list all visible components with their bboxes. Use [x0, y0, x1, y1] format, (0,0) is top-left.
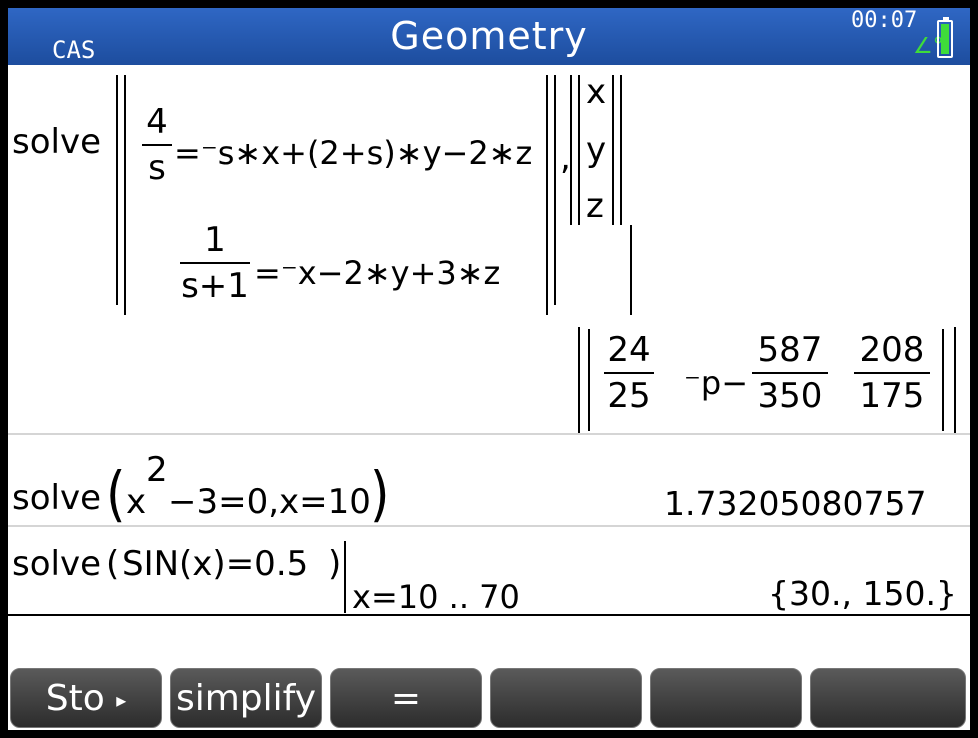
eq1-rhs: =⁻s∗x+(2+s)∗y−2∗z	[174, 134, 533, 172]
paren-close: )	[370, 459, 390, 529]
output-brace-left	[578, 327, 580, 433]
output-fraction-c: 208 175	[854, 333, 930, 413]
base-var: x	[126, 482, 147, 522]
matrix-bracket-left	[116, 75, 118, 305]
eq2-numerator: 1	[204, 220, 226, 260]
eq1-denominator: s	[148, 148, 166, 188]
where-bar	[344, 541, 346, 613]
softkey-4[interactable]	[490, 668, 642, 728]
output-fraction-a: 24 25	[604, 333, 654, 413]
eq2-rhs: =⁻x−2∗y+3∗z	[254, 254, 501, 292]
output-b-num: 587	[757, 330, 823, 370]
vector-bracket-left-inner	[578, 75, 580, 225]
matrix-bracket-right	[546, 75, 548, 315]
history-entry-quadratic[interactable]: solve ( x 2 −3=0,x=10 ) 1.73205080757	[8, 435, 970, 525]
command-name: solve	[12, 478, 102, 518]
eq2-fraction: 1 s+1	[180, 223, 250, 303]
command-name: solve	[12, 122, 102, 162]
paren-open: (	[106, 544, 120, 584]
history-entry-system[interactable]: solve 4 s =⁻s∗x+(2+s)∗y−2∗z 1 s+1 =⁻x−2∗…	[8, 65, 970, 433]
paren-close-line	[630, 225, 632, 315]
matrix-bracket-right-outer	[554, 75, 556, 305]
output-value: 1.73205080757	[664, 484, 927, 523]
var-z: z	[586, 186, 604, 226]
paren-close: )	[328, 544, 342, 584]
fraction-bar	[604, 372, 654, 374]
condition: x=10 .. 70	[352, 578, 520, 616]
expression: SIN(x)=0.5	[122, 544, 309, 584]
history-entry-sin[interactable]: solve ( SIN(x)=0.5 ) x=10 .. 70 {30., 15…	[8, 527, 970, 613]
output-brace-right	[954, 327, 956, 433]
output-c-num: 208	[859, 330, 925, 370]
output-a-den: 25	[607, 376, 651, 416]
battery-level	[941, 24, 949, 54]
battery-nub	[943, 17, 949, 21]
arrow-right-icon: ▸	[116, 688, 127, 712]
eq2-denominator: s+1	[181, 266, 249, 306]
command-input[interactable]	[8, 616, 970, 666]
output-fraction-b: 587 350	[752, 333, 828, 413]
exponent: 2	[146, 450, 168, 490]
fraction-bar	[180, 262, 250, 264]
output-bracket-left	[588, 329, 590, 431]
battery-icon	[937, 17, 953, 58]
fraction-bar	[142, 144, 172, 146]
softkey-bar: Sto ▸ simplify =	[8, 668, 970, 730]
output-value: {30., 150.}	[768, 574, 957, 613]
output-c-den: 175	[859, 376, 925, 416]
title-bar: CAS Geometry 00:07 ∠°	[8, 8, 970, 65]
eq1-fraction: 4 s	[142, 105, 172, 185]
output-bracket-right	[942, 329, 944, 431]
output-b-den: 350	[757, 376, 823, 416]
var-y: y	[586, 130, 607, 170]
output-a-num: 24	[607, 330, 651, 370]
matrix-bracket-left-inner	[124, 75, 126, 315]
simplify-button[interactable]: simplify	[170, 668, 322, 728]
clock: 00:07	[851, 8, 918, 33]
command-name: solve	[12, 544, 102, 584]
softkey-5[interactable]	[650, 668, 802, 728]
paren-open: (	[106, 459, 126, 529]
vector-bracket-right-outer	[620, 75, 622, 225]
equals-button[interactable]: =	[330, 668, 482, 728]
sto-label: Sto	[45, 678, 105, 719]
sto-button[interactable]: Sto ▸	[10, 668, 162, 728]
var-x: x	[586, 72, 607, 112]
softkey-6[interactable]	[810, 668, 966, 728]
fraction-bar	[752, 372, 828, 374]
app-title: Geometry	[390, 14, 588, 58]
fraction-bar	[854, 372, 930, 374]
vector-bracket-left	[570, 75, 572, 225]
eq1-numerator: 4	[146, 102, 168, 142]
calculator-screen: CAS Geometry 00:07 ∠° solve 4 s =⁻s∗x+(2…	[8, 8, 970, 730]
vector-bracket-right	[612, 75, 614, 225]
expression-rest: −3=0,x=10	[168, 482, 371, 522]
output-b-prefix: ⁻p−	[684, 364, 749, 402]
